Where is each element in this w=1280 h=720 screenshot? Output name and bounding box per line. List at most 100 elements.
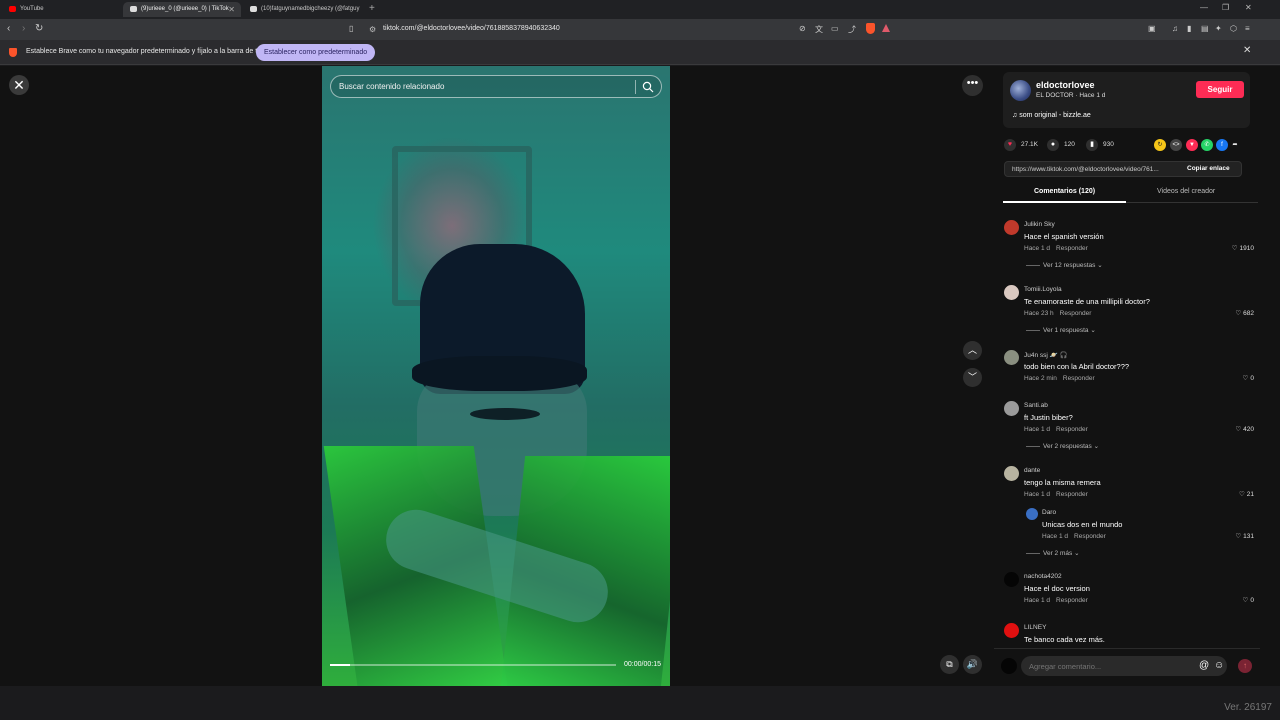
comment-username[interactable]: Santi.ab [1024,402,1048,409]
share-arrow-icon[interactable]: ➦ [1229,139,1241,151]
follow-button[interactable]: Seguir [1196,81,1244,98]
music-info[interactable]: ♫ som original - bizzle.ae [1012,112,1091,119]
reply-button[interactable]: Responder [1074,533,1106,540]
tab-creator-videos[interactable]: Videos del creador [1157,188,1215,195]
commenter-avatar[interactable] [1004,220,1019,235]
reader-icon[interactable]: ▮ [1187,24,1191,33]
view-more-replies-button[interactable]: Ver 2 más ⌄ [1026,549,1080,557]
comment-username[interactable]: Tomiii.Loyola [1024,286,1062,293]
reload-icon[interactable]: ↻ [35,23,43,34]
active-tab-indicator [1003,201,1126,203]
tab-tiktok-urieee[interactable]: (9)urieee_0 (@urieee_0) | TikTok ✕ [123,2,241,17]
floating-player-button[interactable]: ⧉ [940,655,959,674]
forward-icon[interactable]: › [22,23,25,34]
music-icon[interactable]: ♫ [1172,24,1178,33]
comment-username[interactable]: dante [1024,467,1040,474]
tiktok-icon [130,6,137,12]
comment-likes[interactable]: ♡ 420 [1235,425,1254,433]
copy-link-button[interactable]: Copiar enlace [1187,165,1230,172]
emoji-icon[interactable]: ☺ [1214,660,1224,671]
comment-username[interactable]: nachota4202 [1024,573,1062,580]
comment-username[interactable]: Daro [1042,509,1056,516]
next-video-button[interactable]: ﹀ [963,368,982,387]
tab-tiktok-fatguy[interactable]: (10)fatguynamedbigcheezy (@fatguy [243,2,361,17]
commenter-avatar[interactable] [1004,285,1019,300]
menu-icon[interactable]: ≡ [1245,24,1250,33]
bookmark-icon[interactable]: ▯ [349,24,353,33]
view-replies-label: Ver 1 respuesta ⌄ [1043,327,1096,334]
comment-input[interactable] [1021,656,1227,676]
comment-icon[interactable]: ● [1047,139,1059,151]
tab-bar: YouTube (9)urieee_0 (@urieee_0) | TikTok… [0,0,1280,19]
back-icon[interactable]: ‹ [7,23,10,34]
commenter-avatar[interactable] [1004,466,1019,481]
comment-likes[interactable]: ♡ 0 [1243,374,1254,382]
embed-icon[interactable]: <> [1170,139,1182,151]
reply-button[interactable]: Responder [1063,375,1095,382]
wallet-icon[interactable]: ▤ [1201,24,1209,33]
version-label: Ver. 26197 [1224,702,1272,713]
heart-icon: ♡ [1242,597,1249,604]
new-tab-button[interactable]: + [369,3,375,14]
comment-list[interactable]: Julikin Sky Hace el spanish versión Hace… [994,212,1260,646]
comment-likes[interactable]: ♡ 21 [1239,490,1254,498]
commenter-avatar[interactable] [1026,508,1038,520]
vpn-icon[interactable]: ⬡ [1230,24,1237,33]
comment-username[interactable]: Ju4n ssj 🪐 🎧 [1024,351,1068,359]
reply-button[interactable]: Responder [1056,491,1088,498]
translate-icon[interactable]: 文 [815,24,823,35]
author-name[interactable]: eldoctorlovee [1036,80,1095,90]
restore-icon[interactable]: ❐ [1222,3,1229,12]
repost-icon[interactable]: ↻ [1154,139,1166,151]
more-options-button[interactable]: ••• [962,75,983,96]
set-default-button[interactable]: Establecer como predeterminado [256,44,376,61]
view-replies-button[interactable]: Ver 1 respuesta ⌄ [1026,326,1096,334]
commenter-avatar[interactable] [1004,401,1019,416]
close-infobar-icon[interactable]: ✕ [1243,45,1251,56]
like-icon[interactable]: ♥ [1004,139,1016,151]
whatsapp-icon[interactable]: ✆ [1201,139,1213,151]
author-avatar[interactable] [1010,80,1031,101]
previous-video-button[interactable]: ︿ [963,341,982,360]
brave-rewards-icon[interactable] [882,24,890,32]
reply-button[interactable]: Responder [1060,310,1092,317]
comment-likes[interactable]: ♡ 0 [1243,596,1254,604]
cast-icon[interactable]: ▭ [831,24,839,33]
video-progress-bar[interactable] [330,664,616,666]
send-to-friends-icon[interactable]: ▼ [1186,139,1198,151]
reply-button[interactable]: Responder [1056,426,1088,433]
related-search-input[interactable]: Buscar contenido relacionado [330,75,662,98]
volume-button[interactable]: 🔊 [963,655,982,674]
commenter-avatar[interactable] [1004,350,1019,365]
sidebar-icon[interactable]: ▣ [1148,24,1156,33]
tab-comments[interactable]: Comentarios (120) [1034,188,1095,195]
close-tab-icon[interactable]: ✕ [228,5,235,14]
view-replies-button[interactable]: Ver 12 respuestas ⌄ [1026,261,1103,269]
comment-username[interactable]: Julikin Sky [1024,221,1055,228]
comment-username[interactable]: LILNEY [1024,624,1046,631]
close-video-button[interactable]: ✕ [9,75,29,95]
window-close-icon[interactable]: ✕ [1245,3,1252,12]
view-replies-button[interactable]: Ver 2 respuestas ⌄ [1026,442,1099,450]
bookmark-icon[interactable]: ▮ [1086,139,1098,151]
facebook-icon[interactable]: f [1216,139,1228,151]
tab-youtube[interactable]: YouTube [2,2,120,17]
post-comment-button[interactable]: ↑ [1238,659,1252,673]
mention-icon[interactable]: @ [1199,660,1209,671]
share-icon[interactable]: ⤴ [848,24,856,35]
brave-shield-icon[interactable] [866,23,875,34]
comment-likes[interactable]: ♡ 682 [1235,309,1254,317]
reply-button[interactable]: Responder [1056,597,1088,604]
commenter-avatar[interactable] [1004,572,1019,587]
commenter-avatar[interactable] [1004,623,1019,638]
video-time: 00:00/00:15 [624,661,661,668]
video-player[interactable]: Buscar contenido relacionado 00:00/00:15 [322,66,670,686]
reply-button[interactable]: Responder [1056,245,1088,252]
comment-likes[interactable]: ♡ 131 [1235,532,1254,540]
extension-icon[interactable]: ✦ [1215,24,1222,33]
minimize-icon[interactable]: — [1200,3,1208,12]
comment-likes[interactable]: ♡ 1910 [1232,244,1254,252]
search-icon[interactable] [642,81,654,93]
site-info-icon[interactable]: ⚙ [369,25,376,34]
no-audio-icon[interactable]: ⊘ [799,24,806,33]
